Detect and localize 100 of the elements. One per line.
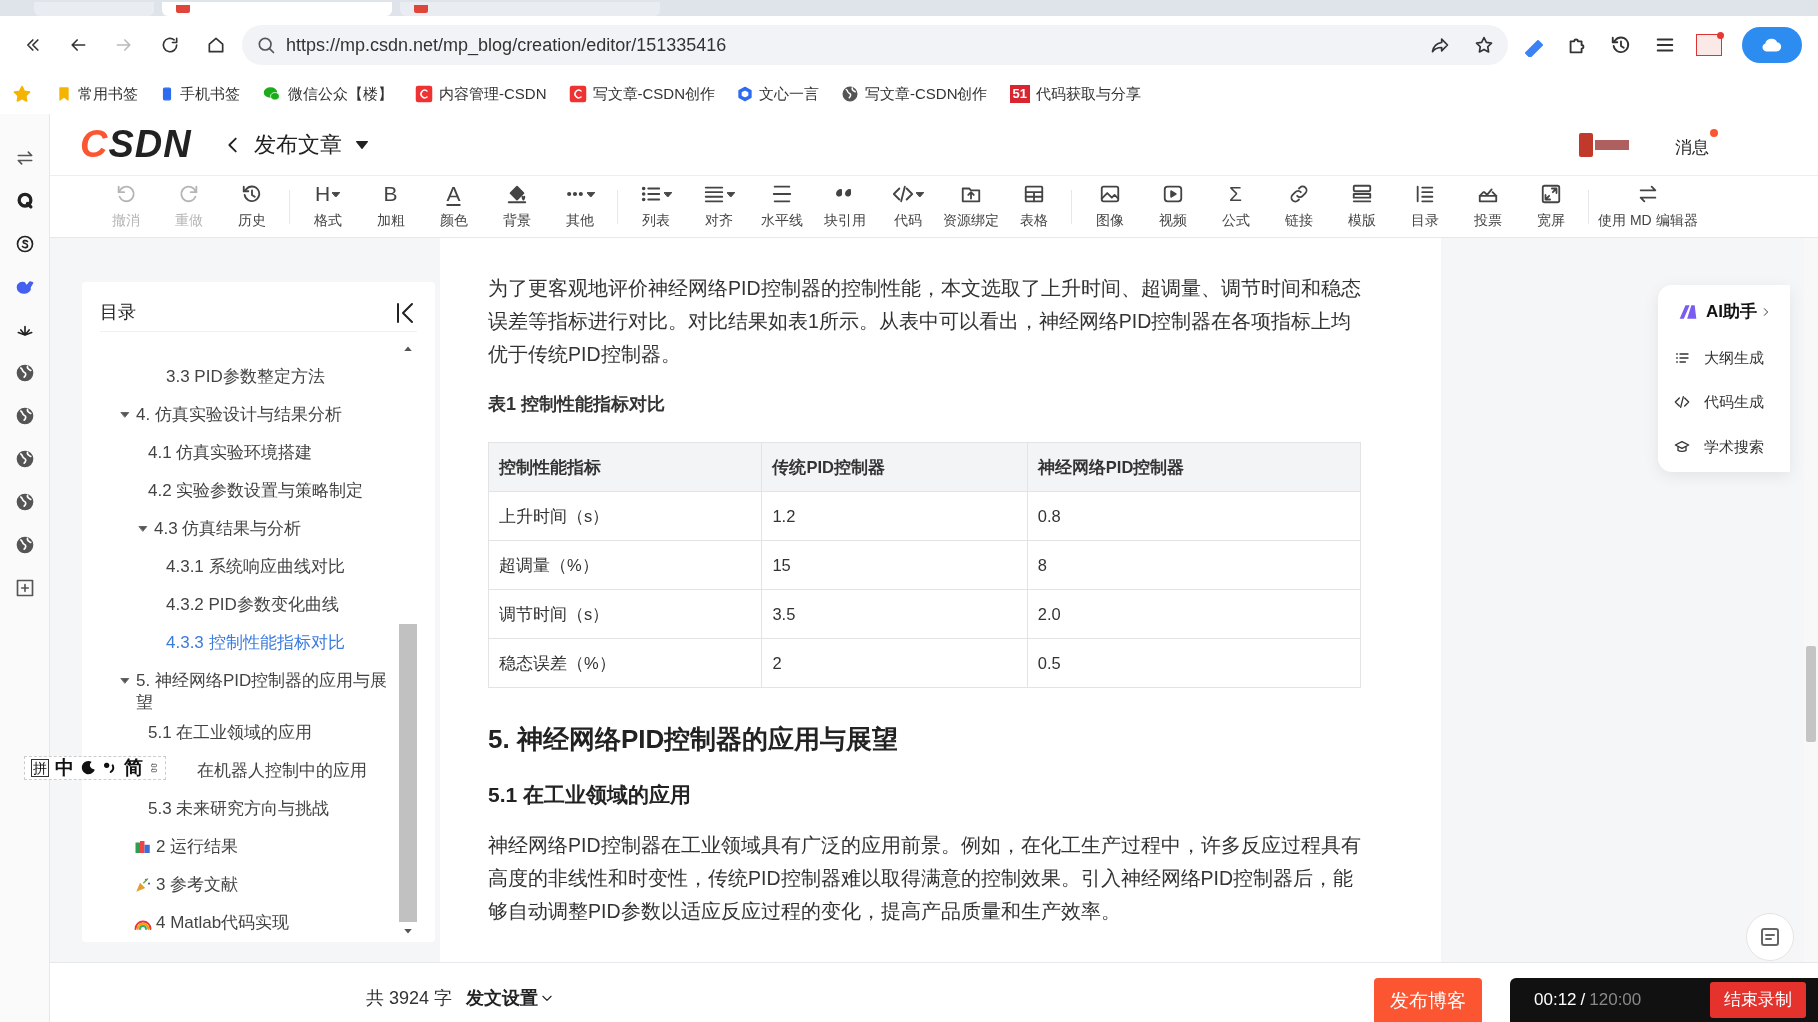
post-settings-dropdown[interactable]: 发文设置 xyxy=(466,984,555,1012)
column-header: 传统PID控制器 xyxy=(761,442,1028,492)
toolbar-button[interactable]: 其他 xyxy=(548,182,611,231)
bookmark-link[interactable]: 手机书签 xyxy=(160,82,240,106)
scroll-down-icon[interactable] xyxy=(403,926,413,936)
scroll-up-icon[interactable] xyxy=(403,344,413,354)
ai-tool-item[interactable]: 代码生成 xyxy=(1674,391,1790,414)
messages-link[interactable]: 消息 xyxy=(1675,134,1709,161)
format-glyph: A xyxy=(446,182,461,206)
toolbar-button[interactable]: 背景 xyxy=(485,182,548,231)
globe-icon[interactable] xyxy=(14,535,35,555)
bookmark-link[interactable]: 51 代码获取与分享 xyxy=(1009,82,1141,106)
toc-item[interactable]: 4. 仿真实验设计与结果分析 xyxy=(120,396,342,434)
table-cell: 8 xyxy=(1027,540,1361,590)
bookmark-link[interactable]: 内容管理-CSDN xyxy=(415,82,547,106)
toolbar-button[interactable]: 目录 xyxy=(1393,182,1456,231)
toolbar-button[interactable]: 投票 xyxy=(1456,182,1519,231)
chevron-right-icon xyxy=(1761,305,1771,318)
toolbar-button[interactable]: 列表 xyxy=(624,182,687,231)
toc-item[interactable]: 3.3 PID参数整定方法 xyxy=(166,358,325,396)
browser-tab[interactable] xyxy=(400,2,660,16)
word-count: 共 3924 字 xyxy=(366,986,453,1010)
toc-item[interactable]: 3 参考文献 xyxy=(134,866,239,904)
toolbar-button[interactable]: 块引用 xyxy=(813,182,876,231)
toolbar-button[interactable]: 对齐 xyxy=(687,182,750,231)
bookmarks-star-icon[interactable] xyxy=(12,84,32,104)
star-icon[interactable] xyxy=(1474,35,1494,55)
globe-icon[interactable] xyxy=(14,363,35,383)
ime-button[interactable]: 简 xyxy=(124,753,143,783)
bookmark-link[interactable]: 文心一言 xyxy=(737,82,819,106)
format-glyph: Σ xyxy=(1229,182,1242,206)
ai-tool-item[interactable]: 大纲生成 xyxy=(1674,346,1790,369)
expand-caret-icon[interactable] xyxy=(120,676,130,686)
toolbar-button[interactable]: H 格式 xyxy=(296,182,359,231)
page-title-dropdown[interactable]: 发布文章 xyxy=(253,128,370,161)
stop-recording-button[interactable]: 结束录制 xyxy=(1710,982,1806,1018)
toc-item[interactable]: 4.3.3 控制性能指标对比 xyxy=(166,624,345,662)
globe-icon[interactable] xyxy=(14,492,35,512)
toolbar-button[interactable]: 代码 xyxy=(876,182,939,231)
bookmark-link[interactable]: 常用书签 xyxy=(56,82,138,106)
table-cell: 超调量（%） xyxy=(488,540,762,590)
csdn-logo[interactable]: CSDN xyxy=(80,116,192,173)
s-logo-icon[interactable] xyxy=(14,234,35,254)
share-icon[interactable] xyxy=(1430,35,1450,55)
toc-item[interactable]: 5. 神经网络PID控制器的应用与展望 xyxy=(120,662,399,714)
toc-item[interactable]: 5.1 在工业领域的应用 xyxy=(148,714,313,752)
cloud-button[interactable] xyxy=(1742,27,1802,63)
expand-caret-icon[interactable] xyxy=(120,410,130,420)
bookmark-link[interactable]: 写文章-CSDN创作 xyxy=(841,82,988,106)
globe-icon[interactable] xyxy=(14,449,35,469)
time-limit: 120:00 xyxy=(1589,989,1642,1012)
moon-icon[interactable] xyxy=(80,760,96,776)
toc-item[interactable]: 4.3.2 PID参数变化曲线 xyxy=(166,586,339,624)
toolbar-button[interactable]: 表格 xyxy=(1002,182,1065,231)
bookmark-link[interactable]: 微信公众【楼】 xyxy=(262,82,393,106)
brand-logo-icon[interactable] xyxy=(1579,130,1631,159)
toolbar-button[interactable]: 模版 xyxy=(1330,182,1393,231)
toc-item[interactable]: 2 运行结果 xyxy=(134,828,239,866)
toc-item[interactable]: 4.1 仿真实验环境搭建 xyxy=(148,434,313,472)
ime-button[interactable]: 中 xyxy=(55,753,74,783)
toolbar-button[interactable]: 视频 xyxy=(1141,182,1204,231)
toolbar-button[interactable]: 水平线 xyxy=(750,182,813,231)
toolbar-button[interactable]: 宽屏 xyxy=(1519,182,1582,231)
image-icon xyxy=(1098,183,1121,205)
toolbar-button[interactable]: 资源绑定 xyxy=(939,182,1002,231)
chat-bubble-icon xyxy=(262,85,282,103)
profile-icon[interactable] xyxy=(1696,34,1722,56)
toolbar-button[interactable]: 使用 MD 编辑器 xyxy=(1595,182,1701,231)
table-cell: 调节时间（s） xyxy=(488,589,762,639)
toolbar-button[interactable]: B 加粗 xyxy=(359,182,422,231)
toc-item[interactable]: 4.3 仿真结果与分析 xyxy=(138,510,302,548)
scrollbar-thumb[interactable] xyxy=(399,624,417,922)
toolbar-button[interactable]: Σ 公式 xyxy=(1204,182,1267,231)
ai-assistant-button[interactable]: AI助手 xyxy=(1674,299,1790,325)
bookmark-link[interactable]: 写文章-CSDN创作 xyxy=(568,82,715,106)
time-separator: / xyxy=(1580,989,1586,1012)
history-icon xyxy=(240,183,263,205)
toc-item[interactable]: 5.3 未来研究方向与挑战 xyxy=(148,790,330,828)
toolbar-button[interactable]: 链接 xyxy=(1267,182,1330,231)
table-cell: 15 xyxy=(761,540,1028,590)
toolbar-button[interactable]: 图像 xyxy=(1078,182,1141,231)
address-bar[interactable]: https://mp.csdn.net/mp_blog/creation/editor/151335416 xyxy=(242,25,1508,65)
toc-item[interactable]: 在机器人控制中的应用 xyxy=(197,752,367,790)
toolbar-button[interactable]: A 颜色 xyxy=(422,182,485,231)
c-logo-icon xyxy=(568,85,587,103)
scrollbar-thumb[interactable] xyxy=(1806,646,1816,742)
c-logo-icon xyxy=(415,85,433,103)
toc-item[interactable]: 4.2 实验参数设置与策略制定 xyxy=(148,472,364,510)
edit-button[interactable] xyxy=(1746,913,1794,961)
browser-tab[interactable] xyxy=(162,2,392,16)
ai-tool-item[interactable]: 学术搜索 xyxy=(1674,435,1790,458)
toolbar-button[interactable]: 历史 xyxy=(220,182,283,231)
ime-button[interactable]: 拼 xyxy=(31,759,49,777)
table-cell: 2.0 xyxy=(1027,589,1361,639)
expand-caret-icon[interactable] xyxy=(138,524,148,534)
toc-item[interactable]: 4 Matlab代码实现 xyxy=(134,904,290,942)
toc-item[interactable]: 4.3.1 系统响应曲线对比 xyxy=(166,548,345,586)
globe-icon xyxy=(841,85,859,103)
globe-icon[interactable] xyxy=(14,406,35,426)
add-icon[interactable] xyxy=(14,578,35,598)
